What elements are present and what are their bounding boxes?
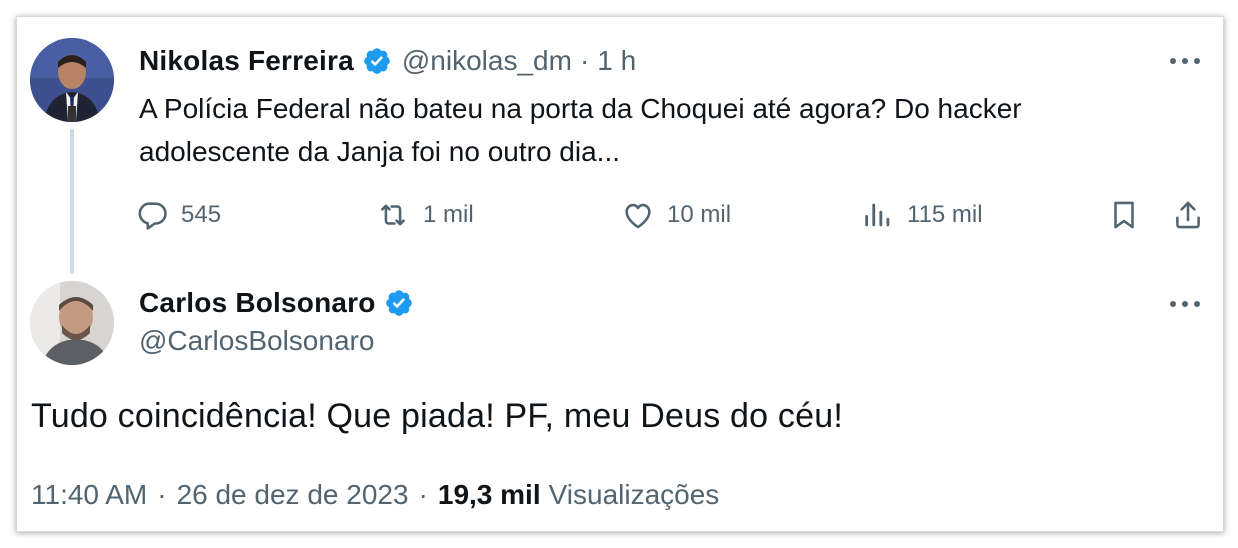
main-tweet-header: Carlos Bolsonaro [139,283,414,323]
verified-icon [362,46,392,76]
share-icon [1171,198,1205,232]
main-tweet-text: Tudo coincidência! Que piada! PF, meu De… [31,397,843,435]
more-icon[interactable] [1165,46,1205,76]
avatar-nikolas[interactable] [30,38,114,122]
thread-connector-line [70,129,74,274]
bookmark-button[interactable] [1107,193,1141,237]
parent-tweet-text-line: adolescente da Janja foi no outro dia... [139,136,621,167]
parent-author-handle[interactable]: @nikolas_dm [402,45,572,77]
like-icon [621,198,655,232]
parent-tweet-time[interactable]: 1 h [597,45,636,77]
parent-tweet-actions: 545 1 mil 10 mil 115 mil [135,193,1215,237]
views-total[interactable]: 19,3 mil [438,479,541,511]
tweet-time[interactable]: 11:40 AM [31,479,147,511]
views-count: 115 mil [907,201,983,228]
reply-icon [135,198,169,232]
retweet-button[interactable]: 1 mil [375,193,474,237]
verified-icon [384,288,414,318]
more-icon[interactable] [1165,289,1205,319]
views-label: Visualizações [548,479,720,510]
separator-dot: · [418,479,428,510]
parent-tweet-text-line: A Polícia Federal não bateu na porta da … [139,93,1022,124]
main-tweet-meta: 11:40 AM · 26 de dez de 2023 · 19,3 mil … [31,479,719,511]
like-count: 10 mil [667,201,732,228]
tweet-card: Nikolas Ferreira @nikolas_dm · 1 h A Pol… [16,16,1224,532]
separator-dot: · [157,479,167,510]
parent-author-name[interactable]: Nikolas Ferreira [139,45,354,77]
like-button[interactable]: 10 mil [621,193,731,237]
views-button[interactable]: 115 mil [861,193,983,237]
parent-tweet-header: Nikolas Ferreira @nikolas_dm · 1 h [139,41,636,81]
reply-button[interactable]: 545 [135,193,221,237]
views-icon [861,198,895,232]
tweet-date[interactable]: 26 de dez de 2023 [177,479,409,511]
share-button[interactable] [1171,193,1205,237]
bookmark-icon [1107,198,1141,232]
main-author-handle[interactable]: @CarlosBolsonaro [139,325,374,357]
reply-count: 545 [181,201,222,228]
separator-dot: · [579,45,590,76]
parent-tweet-text: A Polícia Federal não bateu na porta da … [139,87,1159,173]
retweet-icon [375,198,411,232]
main-author-name[interactable]: Carlos Bolsonaro [139,287,376,319]
avatar-carlos[interactable] [30,281,114,365]
retweet-count: 1 mil [423,201,474,228]
